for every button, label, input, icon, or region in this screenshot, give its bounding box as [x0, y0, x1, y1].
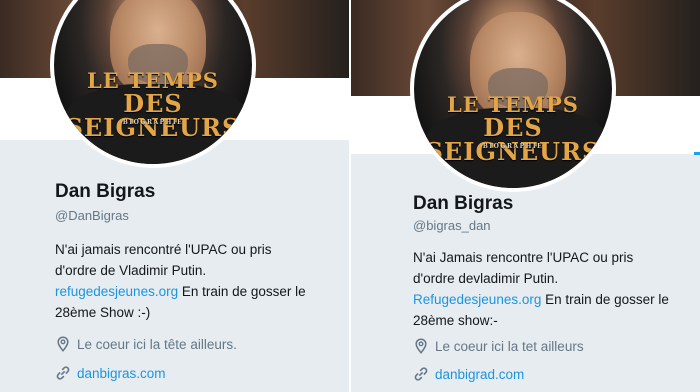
bio-line: 28ème show:- [413, 313, 498, 328]
profile-handle[interactable]: @bigras_dan [413, 218, 491, 233]
profile-avatar[interactable]: LE TEMPS DES SEIGNEURS BIOGRAPHIE [50, 0, 256, 168]
bio-line: N'ai jamais rencontré l'UPAC ou pris [55, 242, 272, 257]
avatar-book-title-line2: DES SEIGNEURS [425, 113, 601, 166]
profile-location: Le coeur ici la tête ailleurs. [55, 336, 237, 352]
bio-text: En train de gosser le [178, 284, 306, 299]
bio-link[interactable]: Refugedesjeunes.org [413, 292, 541, 307]
location-pin-icon [415, 338, 427, 354]
website-link[interactable]: danbigrad.com [435, 367, 524, 382]
profile-panel-right: LE TEMPS DES SEIGNEURS BIOGRAPHIE Dan Bi… [351, 0, 700, 392]
bio-line: d'ordre de Vladimir Putin. [55, 263, 207, 278]
profile-website[interactable]: danbigrad.com [413, 366, 524, 382]
profile-panel-left: LE TEMPS DES SEIGNEURS BIOGRAPHIE Dan Bi… [0, 0, 349, 392]
profile-handle[interactable]: @DanBigras [55, 208, 129, 223]
location-pin-icon [57, 336, 69, 352]
bio-line: d'ordre devladimir Putin. [413, 271, 559, 286]
edge-accent [694, 152, 700, 155]
bio-line: Refugedesjeunes.org En train de gosser l… [413, 289, 693, 310]
link-icon [414, 367, 428, 381]
profile-avatar[interactable]: LE TEMPS DES SEIGNEURS BIOGRAPHIE [410, 0, 616, 192]
avatar-book-subtitle: BIOGRAPHIE [122, 119, 184, 126]
website-link[interactable]: danbigras.com [77, 366, 166, 381]
bio-line: 28ème Show :-) [55, 305, 151, 320]
profile-name[interactable]: Dan Bigras [413, 193, 513, 215]
avatar-book-title-line1: LE TEMPS [447, 92, 579, 117]
bio-link[interactable]: refugedesjeunes.org [55, 284, 178, 299]
avatar-book-title-line2: DES SEIGNEURS [65, 89, 241, 142]
profile-website[interactable]: danbigras.com [55, 365, 166, 381]
link-icon [56, 366, 70, 380]
avatar-book-subtitle: BIOGRAPHIE [482, 143, 544, 150]
profile-bio: N'ai jamais rencontré l'UPAC ou pris d'o… [55, 239, 345, 323]
bio-line: N'ai Jamais rencontre l'UPAC ou pris [413, 250, 634, 265]
profile-location: Le coeur ici la tet ailleurs [413, 338, 584, 354]
bio-line: refugedesjeunes.org En train de gosser l… [55, 281, 345, 302]
profile-bio: N'ai Jamais rencontre l'UPAC ou pris d'o… [413, 247, 693, 331]
location-text: Le coeur ici la tête ailleurs. [77, 336, 237, 352]
location-text: Le coeur ici la tet ailleurs [435, 338, 584, 354]
profile-name[interactable]: Dan Bigras [55, 181, 155, 203]
bio-text: En train de gosser le [541, 292, 669, 307]
avatar-book-title-line1: LE TEMPS [87, 68, 219, 93]
